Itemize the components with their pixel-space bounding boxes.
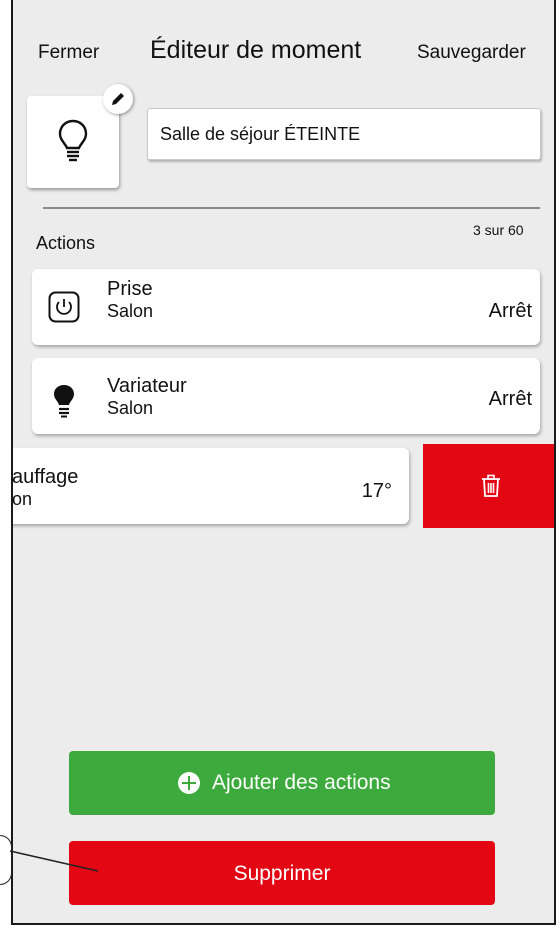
trash-icon <box>482 474 500 497</box>
action-value: Arrêt <box>488 300 532 322</box>
action-value: Arrêt <box>488 388 532 410</box>
page-title: Éditeur de moment <box>150 36 362 64</box>
action-value: 17° <box>361 480 392 502</box>
add-actions-label: Ajouter des actions <box>212 771 391 794</box>
save-button[interactable]: Sauvegarder <box>417 42 526 64</box>
plus-circle-icon <box>178 772 200 794</box>
add-actions-button[interactable]: Ajouter des actions <box>69 751 495 815</box>
swipe-delete-button[interactable] <box>423 444 554 528</box>
delete-moment-button[interactable]: Supprimer <box>69 841 495 905</box>
actions-count: 3 sur 60 <box>473 222 524 238</box>
delete-moment-label: Supprimer <box>233 862 331 885</box>
callout-leader-line <box>9 850 99 872</box>
moment-name-field[interactable]: Salle de séjour ÉTEINTE <box>147 108 541 160</box>
